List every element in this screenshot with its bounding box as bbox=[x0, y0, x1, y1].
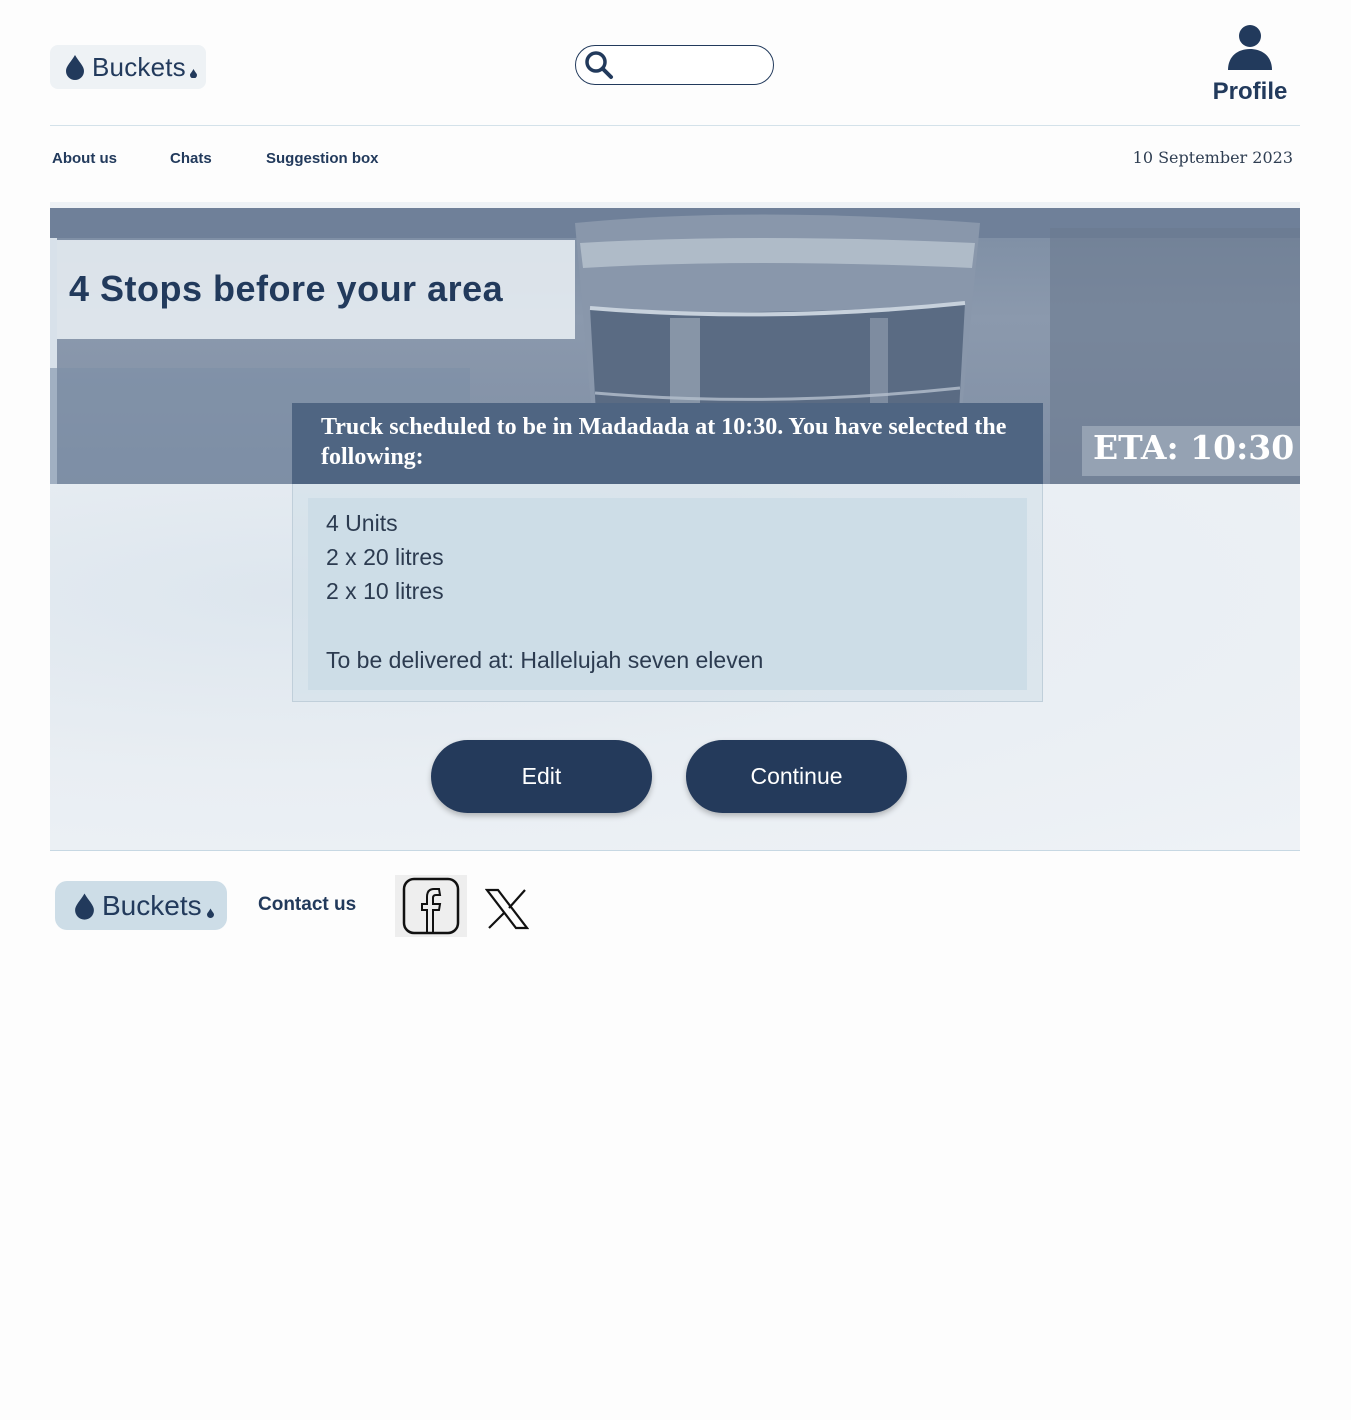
user-icon bbox=[1228, 25, 1272, 70]
header-divider bbox=[50, 125, 1300, 126]
nav-suggestion-box[interactable]: Suggestion box bbox=[266, 150, 379, 167]
water-drop-icon bbox=[66, 55, 84, 80]
footer-brand-logo[interactable]: Buckets bbox=[55, 881, 227, 930]
small-drop-icon bbox=[189, 68, 197, 78]
order-item-20l: 2 x 20 litres bbox=[326, 544, 444, 570]
contact-us-link[interactable]: Contact us bbox=[258, 894, 356, 916]
water-drop-icon bbox=[75, 892, 94, 920]
hero-title: 4 Stops before your area bbox=[69, 268, 504, 309]
order-item-10l: 2 x 10 litres bbox=[326, 578, 444, 604]
delivery-location: To be delivered at: Hallelujah seven ele… bbox=[326, 647, 764, 673]
profile-label: Profile bbox=[1212, 78, 1288, 105]
edit-button[interactable]: Edit bbox=[431, 740, 652, 813]
search-input[interactable] bbox=[575, 45, 774, 85]
current-date: 10 September 2023 bbox=[1132, 148, 1293, 167]
x-icon[interactable] bbox=[485, 888, 529, 930]
brand-logo[interactable]: Buckets bbox=[50, 45, 206, 89]
nav-about-us[interactable]: About us bbox=[52, 150, 117, 167]
order-units: 4 Units bbox=[326, 510, 398, 536]
footer-brand-name: Buckets bbox=[102, 889, 202, 921]
order-summary-heading: Truck scheduled to be in Madadada at 10:… bbox=[321, 414, 1007, 470]
profile-button[interactable]: Profile bbox=[1205, 24, 1295, 110]
nav-chats[interactable]: Chats bbox=[170, 150, 212, 167]
brand-name: Buckets bbox=[92, 51, 186, 82]
facebook-icon[interactable] bbox=[395, 875, 467, 937]
small-drop-icon bbox=[206, 908, 214, 918]
continue-button[interactable]: Continue bbox=[686, 740, 907, 813]
eta-label: ETA: 10:30 bbox=[1093, 428, 1295, 467]
search-icon bbox=[585, 51, 613, 79]
